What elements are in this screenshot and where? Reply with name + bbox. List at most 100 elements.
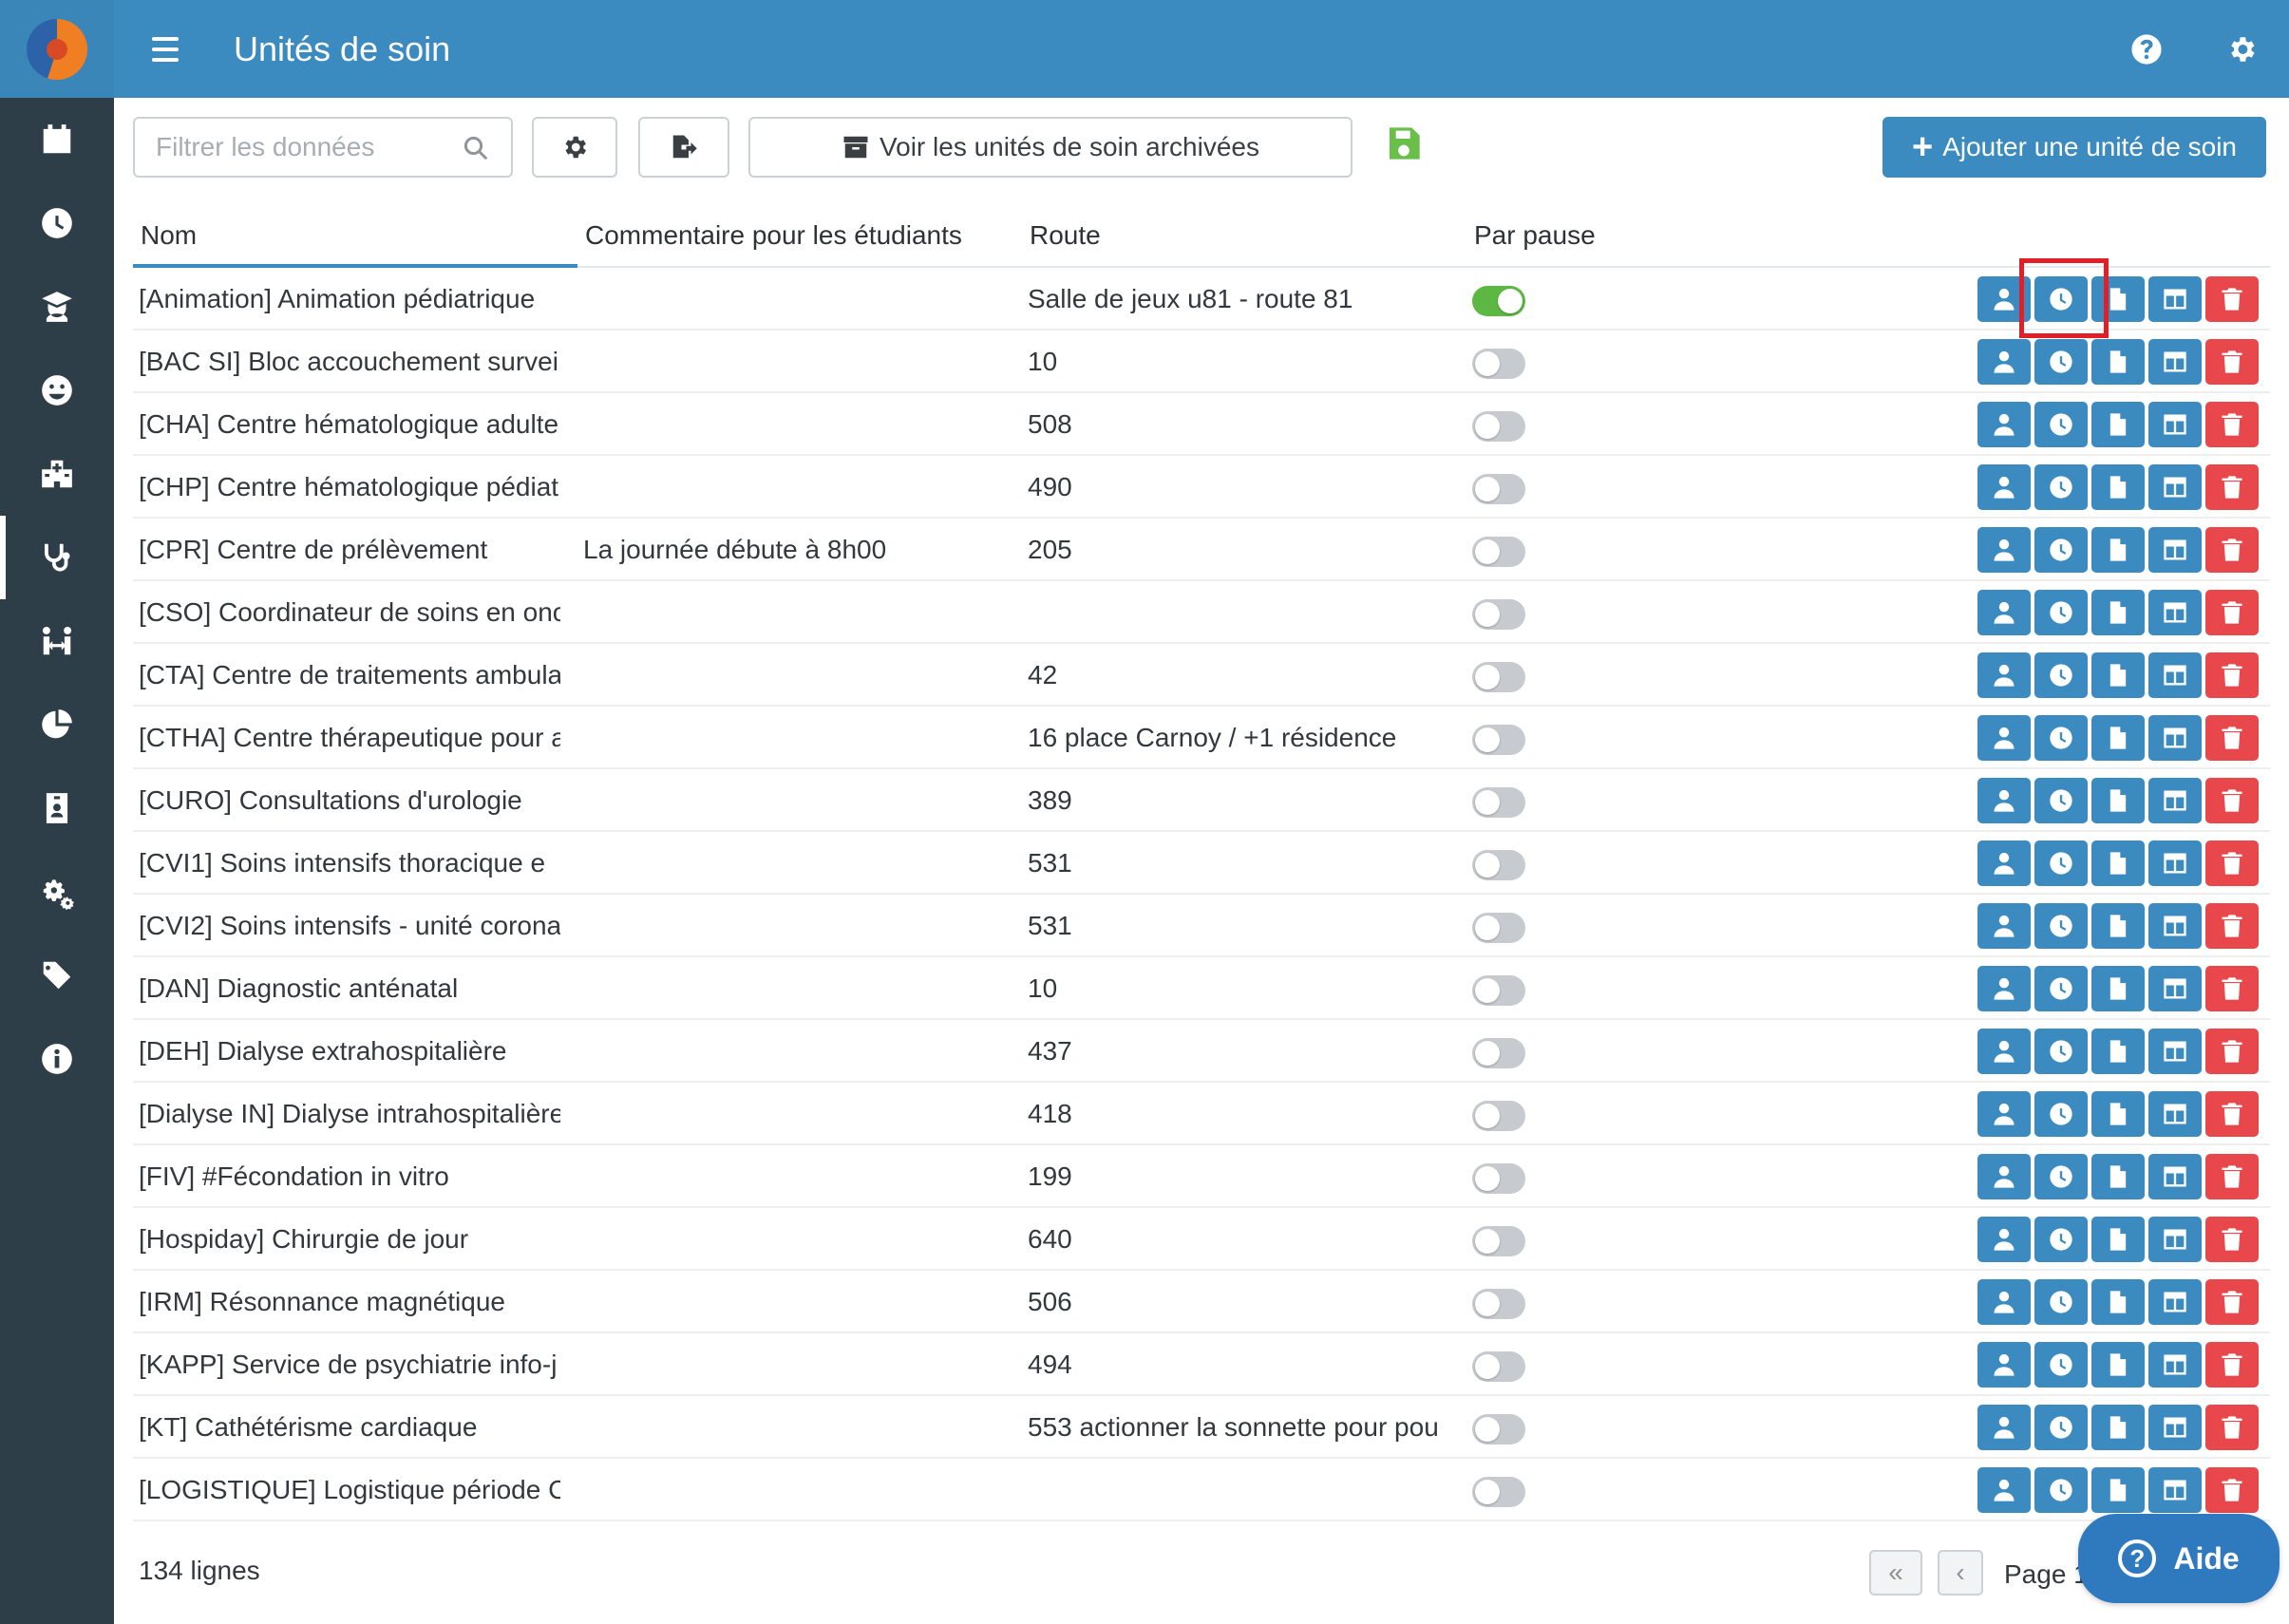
delete-button[interactable]	[2205, 402, 2259, 447]
assign-user-button[interactable]	[1977, 715, 2031, 761]
table-row[interactable]: [DEH] Dialyse extrahospitalière 437	[133, 1020, 2270, 1083]
table-row[interactable]: [LOGISTIQUE] Logistique période C	[133, 1459, 2270, 1521]
delete-button[interactable]	[2205, 1405, 2259, 1450]
delete-button[interactable]	[2205, 652, 2259, 698]
sidebar-item-stethoscope[interactable]	[0, 516, 114, 599]
layout-button[interactable]	[2148, 715, 2202, 761]
schedule-button[interactable]	[2034, 1342, 2088, 1388]
delete-button[interactable]	[2205, 1467, 2259, 1513]
schedule-button[interactable]	[2034, 715, 2088, 761]
help-chat-button[interactable]: ? Aide	[2078, 1514, 2280, 1603]
archived-units-button[interactable]: Voir les unités de soin archivées	[748, 117, 1353, 178]
par-pause-toggle[interactable]	[1472, 1351, 1525, 1382]
schedule-button[interactable]	[2034, 966, 2088, 1011]
document-button[interactable]	[2091, 464, 2145, 510]
layout-button[interactable]	[2148, 1467, 2202, 1513]
assign-user-button[interactable]	[1977, 966, 2031, 1011]
layout-button[interactable]	[2148, 1154, 2202, 1199]
save-button[interactable]	[1385, 124, 1430, 170]
table-row[interactable]: [CVI1] Soins intensifs thoracique e 531	[133, 832, 2270, 895]
delete-button[interactable]	[2205, 464, 2259, 510]
table-row[interactable]: [CHA] Centre hématologique adulte 508	[133, 393, 2270, 456]
schedule-button[interactable]	[2034, 590, 2088, 635]
delete-button[interactable]	[2205, 339, 2259, 385]
schedule-button[interactable]	[2034, 276, 2088, 322]
par-pause-toggle[interactable]	[1472, 662, 1525, 692]
search-icon[interactable]	[462, 134, 490, 162]
column-header-nom[interactable]: Nom	[141, 220, 197, 251]
sidebar-item-tags[interactable]	[0, 934, 114, 1017]
document-button[interactable]	[2091, 527, 2145, 573]
settings-button[interactable]	[2194, 0, 2289, 98]
document-button[interactable]	[2091, 840, 2145, 886]
document-button[interactable]	[2091, 1405, 2145, 1450]
table-row[interactable]: [BAC SI] Bloc accouchement survei 10	[133, 330, 2270, 393]
assign-user-button[interactable]	[1977, 339, 2031, 385]
sidebar-item-calendar[interactable]	[0, 98, 114, 181]
schedule-button[interactable]	[2034, 464, 2088, 510]
export-button[interactable]	[638, 117, 729, 178]
column-header-route[interactable]: Route	[1030, 220, 1101, 251]
assign-user-button[interactable]	[1977, 840, 2031, 886]
document-button[interactable]	[2091, 1467, 2145, 1513]
document-button[interactable]	[2091, 1154, 2145, 1199]
par-pause-toggle[interactable]	[1472, 725, 1525, 755]
assign-user-button[interactable]	[1977, 464, 2031, 510]
delete-button[interactable]	[2205, 840, 2259, 886]
par-pause-toggle[interactable]	[1472, 913, 1525, 943]
assign-user-button[interactable]	[1977, 527, 2031, 573]
schedule-button[interactable]	[2034, 903, 2088, 949]
column-header-commentaire[interactable]: Commentaire pour les étudiants	[585, 220, 962, 251]
par-pause-toggle[interactable]	[1472, 1038, 1525, 1068]
add-unit-button[interactable]: + Ajouter une unité de soin	[1882, 117, 2266, 178]
schedule-button[interactable]	[2034, 402, 2088, 447]
document-button[interactable]	[2091, 276, 2145, 322]
schedule-button[interactable]	[2034, 1279, 2088, 1325]
delete-button[interactable]	[2205, 966, 2259, 1011]
assign-user-button[interactable]	[1977, 402, 2031, 447]
table-row[interactable]: [CPR] Centre de prélèvement La journée dé…	[133, 519, 2270, 581]
document-button[interactable]	[2091, 903, 2145, 949]
schedule-button[interactable]	[2034, 778, 2088, 823]
assign-user-button[interactable]	[1977, 1467, 2031, 1513]
app-logo[interactable]	[27, 18, 87, 80]
document-button[interactable]	[2091, 652, 2145, 698]
document-button[interactable]	[2091, 402, 2145, 447]
table-row[interactable]: [FIV] #Fécondation in vitro 199	[133, 1145, 2270, 1208]
assign-user-button[interactable]	[1977, 1279, 2031, 1325]
par-pause-toggle[interactable]	[1472, 1226, 1525, 1256]
par-pause-toggle[interactable]	[1472, 1289, 1525, 1319]
table-row[interactable]: [Dialyse IN] Dialyse intrahospitalière 41…	[133, 1083, 2270, 1145]
help-button[interactable]	[2099, 0, 2194, 98]
assign-user-button[interactable]	[1977, 903, 2031, 949]
layout-button[interactable]	[2148, 1029, 2202, 1074]
document-button[interactable]	[2091, 1279, 2145, 1325]
layout-button[interactable]	[2148, 1217, 2202, 1262]
document-button[interactable]	[2091, 1217, 2145, 1262]
document-button[interactable]	[2091, 715, 2145, 761]
schedule-button[interactable]	[2034, 1091, 2088, 1137]
table-row[interactable]: [CURO] Consultations d'urologie 389	[133, 769, 2270, 832]
table-row[interactable]: [CSO] Coordinateur de soins en onc	[133, 581, 2270, 644]
layout-button[interactable]	[2148, 1342, 2202, 1388]
assign-user-button[interactable]	[1977, 1154, 2031, 1199]
document-button[interactable]	[2091, 590, 2145, 635]
table-row[interactable]: [Animation] Animation pédiatrique Salle d…	[133, 268, 2270, 330]
delete-button[interactable]	[2205, 1217, 2259, 1262]
delete-button[interactable]	[2205, 590, 2259, 635]
sidebar-item-cogs[interactable]	[0, 850, 114, 934]
table-row[interactable]: [IRM] Résonnance magnétique 506	[133, 1271, 2270, 1333]
search-input[interactable]	[135, 119, 439, 176]
schedule-button[interactable]	[2034, 527, 2088, 573]
first-page-button[interactable]: «	[1869, 1550, 1922, 1596]
table-settings-button[interactable]	[532, 117, 617, 178]
assign-user-button[interactable]	[1977, 590, 2031, 635]
delete-button[interactable]	[2205, 903, 2259, 949]
document-button[interactable]	[2091, 339, 2145, 385]
par-pause-toggle[interactable]	[1472, 787, 1525, 818]
par-pause-toggle[interactable]	[1472, 537, 1525, 567]
par-pause-toggle[interactable]	[1472, 1163, 1525, 1194]
schedule-button[interactable]	[2034, 840, 2088, 886]
par-pause-toggle[interactable]	[1472, 599, 1525, 630]
table-row[interactable]: [KT] Cathétérisme cardiaque 553 actionner…	[133, 1396, 2270, 1459]
